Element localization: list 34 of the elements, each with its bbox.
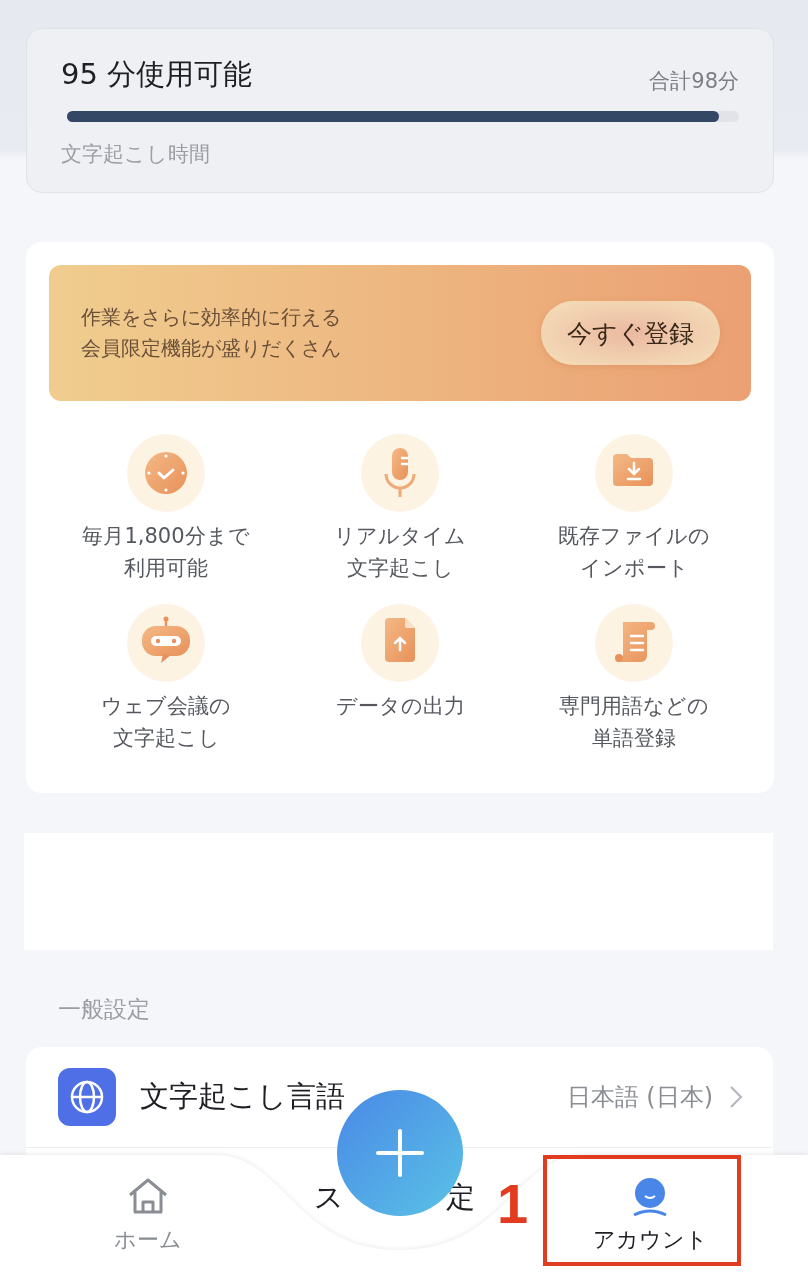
- feature-label: 文字起こし: [112, 725, 220, 752]
- tab[interactable]: アカウント: [578, 1177, 722, 1255]
- home-icon: [126, 1177, 170, 1217]
- clock-check-icon: [127, 434, 205, 512]
- setting-value: 日本語 (日本): [566, 1082, 713, 1113]
- feature-label: リアルタイム: [334, 523, 466, 550]
- usage-title: 95 分使用可能: [61, 56, 253, 93]
- setting-label: ス: [314, 1179, 344, 1216]
- feature-label: 単語登録: [592, 725, 676, 752]
- person-icon: [631, 1177, 669, 1217]
- globe-icon: [58, 1068, 116, 1126]
- plus-icon: [375, 1128, 425, 1178]
- feature-label: 文字起こし: [346, 555, 454, 582]
- section-title: 一般設定: [58, 995, 151, 1024]
- feature-label: データの出力: [335, 693, 465, 720]
- promo-text: 作業をさらに効率的に行える: [81, 304, 341, 331]
- promo-text: 会員限定機能が盛りだくさん: [81, 335, 341, 362]
- scroll-icon: [595, 604, 673, 682]
- microphone-icon: [361, 434, 439, 512]
- chevron-right-icon: [729, 1085, 743, 1109]
- feature-label: インポート: [579, 555, 689, 582]
- robot-icon: [127, 604, 205, 682]
- setting-label: 文字起こし言語: [140, 1078, 346, 1115]
- feature-label: 毎月1,800分まで: [82, 523, 250, 550]
- feature-label: 専門用語などの: [559, 693, 709, 720]
- feature-label: 利用可能: [124, 555, 208, 582]
- register-button[interactable]: 今すぐ登録: [541, 301, 720, 365]
- annotation-number: 1: [497, 1171, 529, 1236]
- feature-label: 既存ファイルの: [558, 523, 710, 550]
- usage-total: 合計98分: [649, 68, 739, 95]
- folder-download-icon: [595, 434, 673, 512]
- file-upload-icon: [361, 604, 439, 682]
- usage-caption: 文字起こし時間: [61, 141, 211, 168]
- feature-label: ウェブ会議の: [101, 693, 231, 720]
